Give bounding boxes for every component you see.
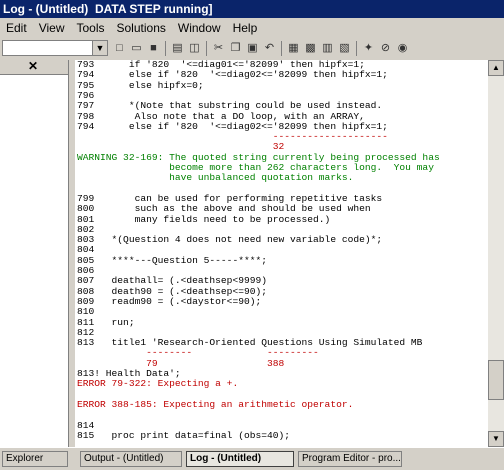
log-line: ERROR 388-185: Expecting an arithmetic o… — [77, 398, 354, 410]
menu-edit[interactable]: Edit — [0, 21, 33, 35]
menu-bar: Edit View Tools Solutions Window Help — [0, 18, 504, 38]
paste-icon[interactable]: ▣ — [245, 41, 260, 56]
log-line: 815 proc print data=final (obs=40); — [77, 429, 291, 441]
print-icon[interactable]: ▤ — [170, 41, 185, 56]
log-line: 809 readm90 = (.<daystor<=90); — [77, 295, 262, 307]
explorer-header: ✕ — [0, 60, 68, 75]
toolbar-separator — [356, 41, 357, 56]
menu-window[interactable]: Window — [172, 21, 227, 35]
results-icon[interactable]: ▥ — [320, 41, 335, 56]
open-icon[interactable]: ▭ — [129, 41, 144, 56]
libraries-icon[interactable]: ▦ — [286, 41, 301, 56]
taskbar-explorer-label: Explorer — [6, 453, 44, 464]
taskbar-explorer[interactable]: Explorer — [2, 451, 68, 467]
taskbar-log-label: Log - (Untitled) — [190, 453, 262, 464]
taskbar: Explorer Output - (Untitled) Log - (Unti… — [0, 447, 504, 470]
log-line: 801 many fields need to be processed.) — [77, 213, 331, 225]
log-line: 814 — [77, 419, 95, 431]
log-line: 803 *(Question 4 does not need new varia… — [77, 234, 383, 246]
taskbar-log[interactable]: Log - (Untitled) — [186, 451, 294, 467]
title-bar: Log - (Untitled) DATA STEP running] — [0, 0, 504, 18]
toolbar-separator — [206, 41, 207, 56]
log-line: 794 else if '820 '<=diag02<='82099 then … — [77, 69, 388, 81]
save-icon[interactable]: ■ — [146, 41, 161, 56]
options-icon[interactable]: ▧ — [337, 41, 352, 56]
taskbar-output[interactable]: Output - (Untitled) — [80, 451, 182, 467]
log-line: 807 deathall= (.<deathsep<9999) — [77, 275, 267, 287]
log-line: 811 run; — [77, 316, 135, 328]
taskbar-output-label: Output - (Untitled) — [84, 453, 164, 464]
log-line: 32 — [77, 141, 285, 153]
log-line: 797 *(Note that substring could be used … — [77, 100, 383, 112]
scroll-thumb[interactable] — [488, 360, 504, 400]
log-line: 798 Also note that a DO loop, with an AR… — [77, 110, 365, 122]
scroll-down-icon[interactable]: ▼ — [488, 431, 504, 447]
log-line: 795 else hipfx=0; — [77, 79, 204, 91]
menu-help[interactable]: Help — [227, 21, 264, 35]
scroll-up-icon[interactable]: ▲ — [488, 60, 504, 76]
help-icon[interactable]: ◉ — [395, 41, 410, 56]
log-window[interactable]: 793 if '820 '<=diag01<='82099' then hipf… — [75, 60, 488, 447]
log-line: have unbalanced quotation marks. — [77, 172, 354, 184]
explorer-icon[interactable]: ▩ — [303, 41, 318, 56]
log-line: -------- --------- — [77, 347, 319, 359]
log-line: ERROR 79-322: Expecting a +. — [77, 378, 239, 390]
taskbar-program-editor-label: Program Editor - pro... — [302, 453, 401, 464]
break-icon[interactable]: ⊘ — [378, 41, 393, 56]
taskbar-program-editor[interactable]: Program Editor - pro... — [298, 451, 402, 467]
cut-icon[interactable]: ✂ — [211, 41, 226, 56]
run-icon[interactable]: ✦ — [361, 41, 376, 56]
new-icon[interactable]: □ — [112, 41, 127, 56]
undo-icon[interactable]: ↶ — [262, 41, 277, 56]
explorer-pane[interactable]: ✕ — [0, 60, 69, 447]
toolbar-separator — [165, 41, 166, 56]
menu-tools[interactable]: Tools — [70, 21, 110, 35]
log-line: 810 — [77, 306, 95, 318]
command-box[interactable]: ▼ — [2, 40, 108, 56]
log-line: 805 ****---Question 5-----****; — [77, 254, 267, 266]
menu-solutions[interactable]: Solutions — [111, 21, 172, 35]
vertical-scrollbar[interactable]: ▲ ▼ — [488, 60, 504, 447]
chevron-down-icon[interactable]: ▼ — [92, 41, 107, 55]
toolbar: ▼ □ ▭ ■ ▤ ◫ ✂ ❐ ▣ ↶ ▦ ▩ ▥ ▧ ✦ ⊘ ◉ — [0, 38, 504, 61]
close-icon[interactable]: ✕ — [28, 60, 40, 73]
log-line: 800 such as the above and should be used… — [77, 203, 371, 215]
log-line: 804 — [77, 244, 95, 256]
menu-view[interactable]: View — [33, 21, 71, 35]
window-title: Log - (Untitled) DATA STEP running] — [3, 2, 213, 16]
toolbar-separator — [281, 41, 282, 56]
print-preview-icon[interactable]: ◫ — [187, 41, 202, 56]
copy-icon[interactable]: ❐ — [228, 41, 243, 56]
